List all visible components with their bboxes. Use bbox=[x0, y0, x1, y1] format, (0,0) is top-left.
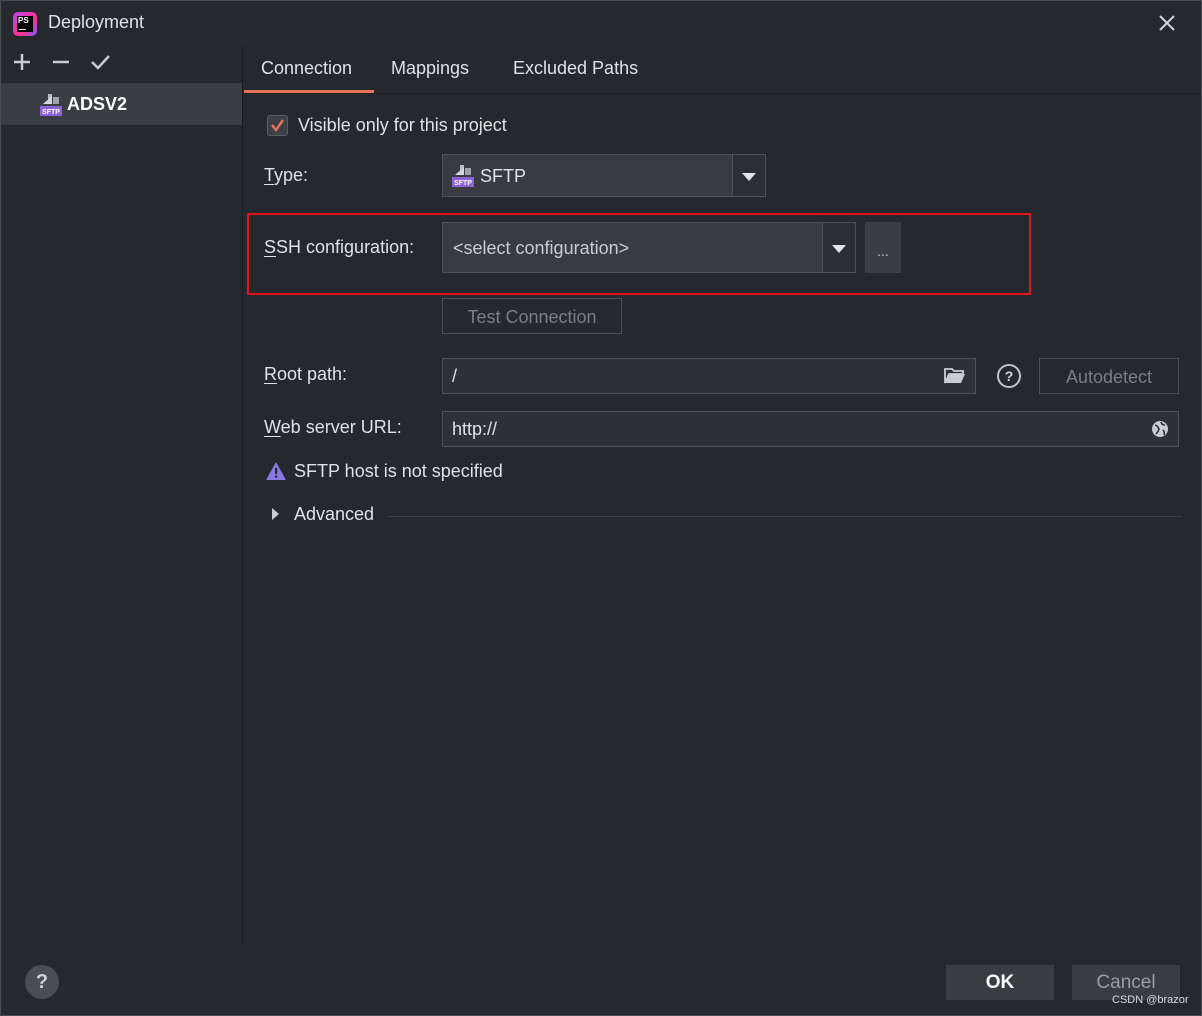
visible-only-label: Visible only for this project bbox=[298, 115, 507, 135]
type-select[interactable]: SFTP SFTP bbox=[442, 154, 766, 197]
globe-icon[interactable] bbox=[1151, 420, 1169, 438]
ok-button[interactable]: OK bbox=[946, 965, 1054, 1000]
ssh-config-label: SSH configuration: bbox=[264, 237, 415, 257]
help-icon[interactable]: ? bbox=[997, 364, 1021, 388]
title-bar: PS Deployment bbox=[1, 1, 1201, 45]
ssh-config-select[interactable]: <select configuration> bbox=[442, 222, 856, 273]
checkmark-icon bbox=[271, 119, 284, 133]
warning-icon bbox=[266, 462, 286, 480]
folder-open-icon[interactable] bbox=[943, 366, 967, 386]
plus-icon[interactable] bbox=[11, 51, 33, 73]
web-url-label: Web server URL: bbox=[264, 417, 402, 437]
close-icon[interactable] bbox=[1153, 9, 1181, 37]
watermark-text: CSDN @brazor bbox=[1112, 994, 1189, 1006]
ssh-dropdown-button[interactable] bbox=[822, 223, 855, 272]
web-url-value: http:// bbox=[452, 419, 498, 439]
chevron-down-icon bbox=[832, 244, 846, 253]
svg-text:SFTP: SFTP bbox=[42, 109, 60, 116]
tab-connection[interactable]: Connection bbox=[261, 58, 352, 79]
ssh-browse-button[interactable]: ... bbox=[865, 222, 901, 273]
visible-only-checkbox[interactable] bbox=[267, 115, 288, 136]
root-path-input[interactable]: / bbox=[442, 358, 976, 394]
advanced-divider bbox=[388, 516, 1182, 517]
minus-icon[interactable] bbox=[50, 51, 72, 73]
active-tab-indicator bbox=[244, 90, 374, 93]
sidebar-item-label: ADSV2 bbox=[67, 94, 128, 114]
expand-arrow-icon[interactable] bbox=[272, 508, 279, 520]
sftp-icon: SFTP bbox=[452, 165, 474, 187]
server-list-panel bbox=[1, 45, 243, 945]
warning-text: SFTP host is not specified bbox=[294, 461, 503, 481]
deployment-dialog: PS Deployment SFTP ADSV2 Connection Mapp… bbox=[0, 0, 1202, 1016]
root-path-value: / bbox=[452, 366, 458, 386]
help-button[interactable]: ? bbox=[25, 965, 59, 999]
sftp-icon: SFTP bbox=[40, 94, 62, 116]
advanced-toggle[interactable]: Advanced bbox=[294, 504, 374, 525]
root-path-label: Root path: bbox=[264, 364, 348, 384]
svg-text:SFTP: SFTP bbox=[454, 180, 472, 187]
autodetect-button[interactable]: Autodetect bbox=[1039, 358, 1179, 394]
tabs-divider bbox=[244, 93, 1201, 94]
ssh-config-placeholder: <select configuration> bbox=[453, 238, 630, 258]
type-value: SFTP bbox=[480, 166, 527, 186]
tab-excluded-paths[interactable]: Excluded Paths bbox=[513, 58, 638, 79]
check-icon[interactable] bbox=[89, 51, 111, 73]
type-dropdown-button[interactable] bbox=[732, 155, 765, 196]
test-connection-button[interactable]: Test Connection bbox=[442, 298, 622, 334]
window-title: Deployment bbox=[48, 12, 145, 32]
type-label: Type: bbox=[264, 165, 309, 185]
web-url-input[interactable]: http:// bbox=[442, 411, 1179, 447]
phpstorm-logo-icon: PS bbox=[13, 12, 37, 36]
chevron-down-icon bbox=[742, 172, 756, 181]
tab-mappings[interactable]: Mappings bbox=[391, 58, 469, 79]
